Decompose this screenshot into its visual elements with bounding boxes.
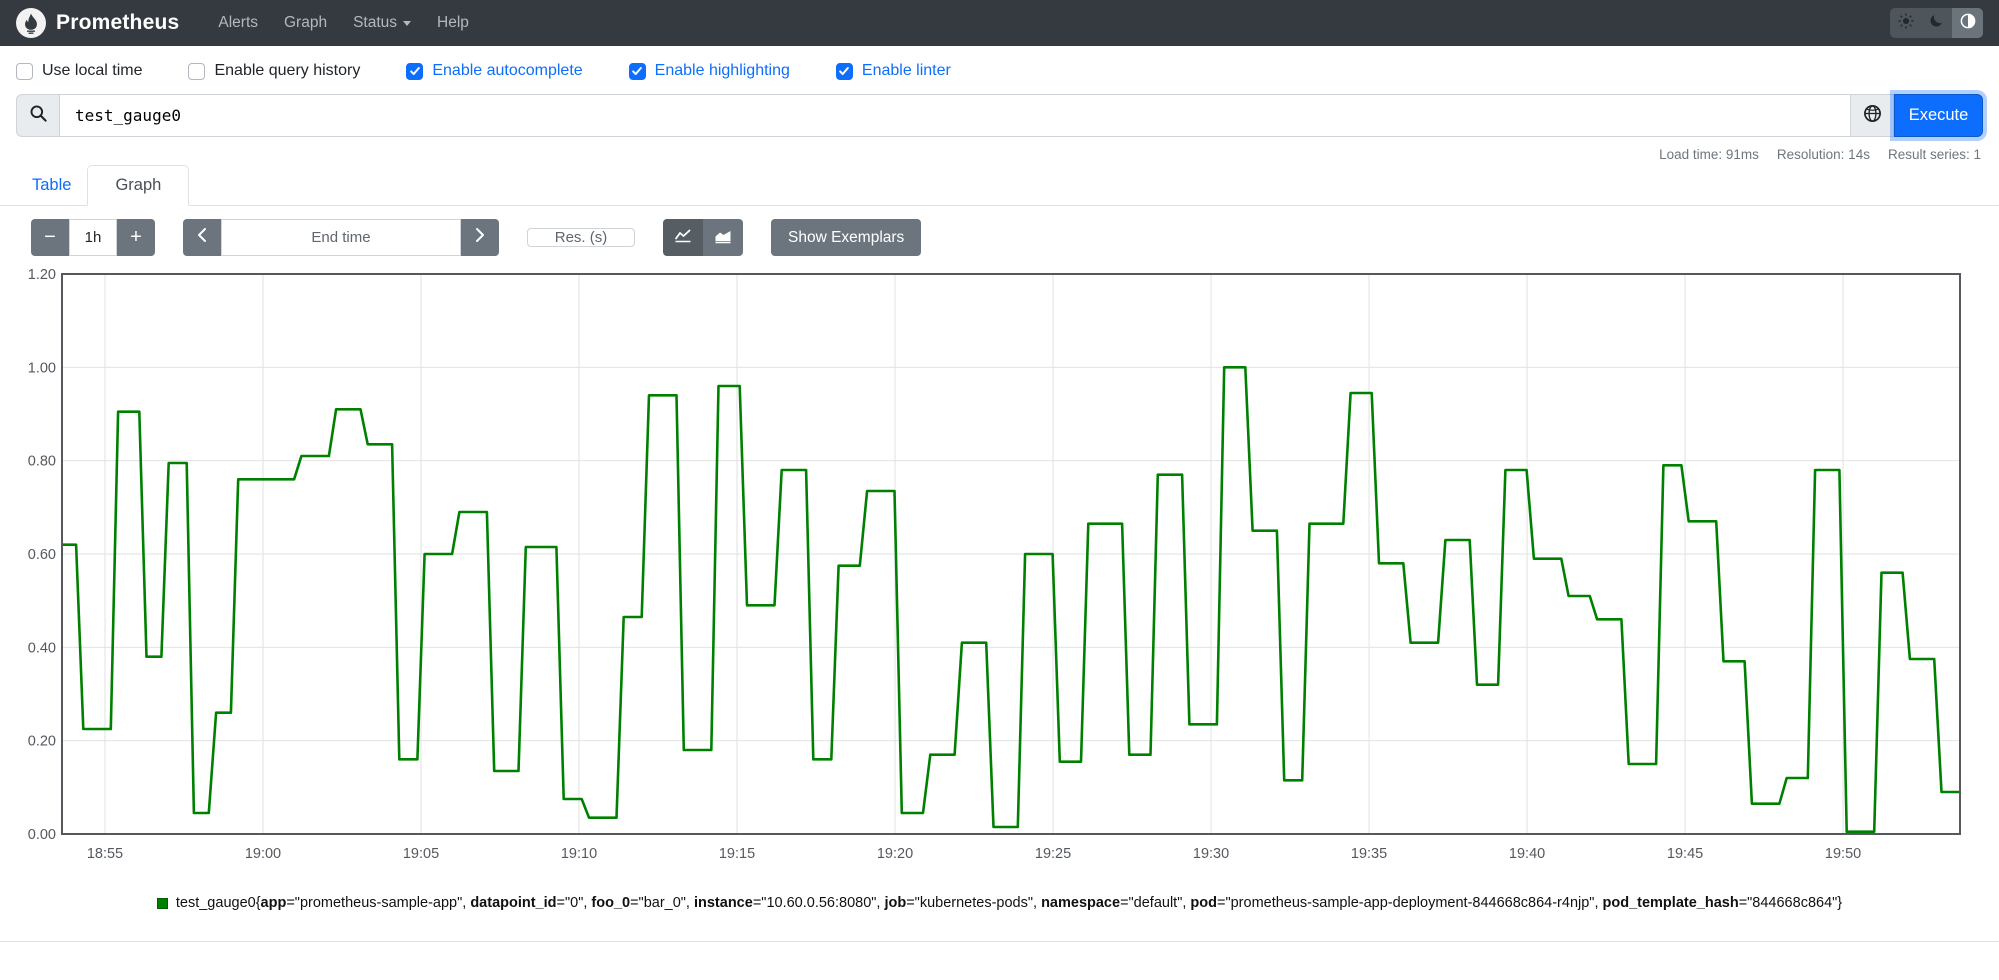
metrics-explorer-addon[interactable]: [1850, 94, 1894, 137]
graph-controls: − +: [31, 219, 1999, 256]
svg-text:0.60: 0.60: [28, 547, 56, 563]
series-swatch: [156, 898, 168, 909]
checkbox-checked-icon[interactable]: [628, 62, 646, 80]
option-enable-autocomplete[interactable]: Enable autocomplete: [406, 62, 583, 80]
expression-input[interactable]: [60, 94, 1850, 137]
svg-text:0.20: 0.20: [28, 734, 56, 750]
svg-text:18:55: 18:55: [87, 846, 123, 862]
chevron-left-icon: [197, 226, 207, 249]
search-addon: [16, 94, 60, 137]
navbar: Prometheus Alerts Graph Status Help: [0, 0, 1999, 46]
series-label-text: test_gauge0{app="prometheus-sample-app",…: [175, 895, 1843, 911]
time-forward-button[interactable]: [461, 219, 499, 256]
execute-button[interactable]: Execute: [1894, 94, 1983, 137]
theme-toggle-group: [1890, 8, 1983, 38]
tab-graph[interactable]: Graph: [87, 165, 190, 206]
time-back-button[interactable]: [183, 219, 221, 256]
series-legend[interactable]: test_gauge0{app="prometheus-sample-app",…: [0, 895, 1999, 911]
moon-icon: [1929, 13, 1944, 33]
option-enable-query-history[interactable]: Enable query history: [188, 62, 360, 80]
range-increase-button[interactable]: +: [117, 219, 155, 256]
svg-text:19:30: 19:30: [1193, 846, 1229, 862]
line-chart-button[interactable]: [663, 219, 703, 256]
option-enable-linter[interactable]: Enable linter: [835, 62, 951, 80]
nav-link-alerts[interactable]: Alerts: [205, 6, 271, 40]
chart-type-toggle: [663, 219, 743, 256]
resolution-input[interactable]: [527, 228, 635, 247]
query-input-group: Execute: [16, 94, 1983, 137]
prometheus-logo-icon: [16, 8, 46, 38]
range-group: − +: [31, 219, 155, 256]
option-label: Enable highlighting: [654, 62, 790, 79]
option-label: Use local time: [42, 62, 143, 79]
svg-text:19:10: 19:10: [561, 846, 597, 862]
stat-item: Result series: 1: [1887, 147, 1981, 162]
query-stats: Load time: 91ms Resolution: 14s Result ser…: [0, 147, 1981, 163]
svg-text:19:15: 19:15: [719, 846, 755, 862]
panel-bottom-border: [0, 941, 1999, 942]
checkbox-unchecked-icon[interactable]: [188, 62, 206, 80]
svg-text:19:05: 19:05: [403, 846, 439, 862]
checkbox-unchecked-icon[interactable]: [16, 62, 33, 80]
graph-chart[interactable]: 0.00 0.20 0.40 0.60 0.80 1.00 1.20 18:55 19:00 19…: [24, 266, 1975, 871]
range-input[interactable]: [69, 219, 117, 256]
svg-text:0.80: 0.80: [28, 454, 56, 470]
checkbox-checked-icon[interactable]: [406, 62, 424, 80]
auto-contrast-icon: [1960, 13, 1976, 34]
svg-text:19:50: 19:50: [1825, 846, 1861, 862]
chart-svg[interactable]: 0.00 0.20 0.40 0.60 0.80 1.00 1.20 18:55 19:00 19…: [24, 266, 1975, 866]
svg-text:0.00: 0.00: [28, 827, 56, 843]
brand[interactable]: Prometheus: [16, 8, 179, 38]
panel-tabs: Table Graph: [0, 165, 1999, 206]
nav-link-help[interactable]: Help: [424, 6, 482, 40]
nav-link-graph[interactable]: Graph: [271, 6, 340, 40]
svg-text:19:45: 19:45: [1667, 846, 1703, 862]
svg-text:19:20: 19:20: [877, 846, 913, 862]
auto-theme-button[interactable]: [1952, 8, 1983, 38]
line-chart-icon: [674, 228, 692, 247]
end-time-group: [183, 219, 499, 256]
option-label: Enable linter: [861, 62, 951, 79]
stacked-chart-icon: [714, 228, 732, 247]
dark-theme-button[interactable]: [1921, 8, 1952, 38]
nav-links: Alerts Graph Status Help: [205, 6, 482, 40]
svg-text:19:35: 19:35: [1351, 846, 1387, 862]
svg-text:19:00: 19:00: [245, 846, 281, 862]
svg-text:19:25: 19:25: [1035, 846, 1071, 862]
option-label: Enable query history: [214, 62, 361, 79]
end-time-input[interactable]: [221, 219, 461, 256]
stat-item: Resolution: 14s: [1776, 147, 1870, 162]
svg-text:1.00: 1.00: [28, 360, 56, 376]
svg-text:19:40: 19:40: [1509, 846, 1545, 862]
brand-name: Prometheus: [56, 11, 180, 34]
light-theme-button[interactable]: [1890, 8, 1921, 38]
option-enable-highlighting[interactable]: Enable highlighting: [628, 62, 790, 80]
chevron-right-icon: [475, 226, 485, 249]
svg-text:0.40: 0.40: [28, 640, 56, 656]
stat-item: Load time: 91ms: [1659, 147, 1759, 162]
show-exemplars-button[interactable]: Show Exemplars: [771, 219, 922, 256]
svg-text:1.20: 1.20: [28, 267, 56, 283]
checkbox-checked-icon[interactable]: [835, 62, 853, 80]
caret-down-icon: [403, 20, 412, 26]
nav-link-status[interactable]: Status: [340, 6, 424, 40]
option-label: Enable autocomplete: [432, 62, 583, 79]
globe-icon: [1863, 104, 1882, 128]
option-use-local-time[interactable]: Use local time: [16, 62, 142, 80]
stacked-chart-button[interactable]: [703, 219, 743, 256]
sun-icon: [1898, 13, 1914, 34]
search-icon: [29, 104, 48, 128]
tab-table[interactable]: Table: [16, 166, 87, 205]
range-decrease-button[interactable]: −: [31, 219, 69, 256]
options-row: Use local time Enable query history Enable…: [0, 46, 1999, 92]
